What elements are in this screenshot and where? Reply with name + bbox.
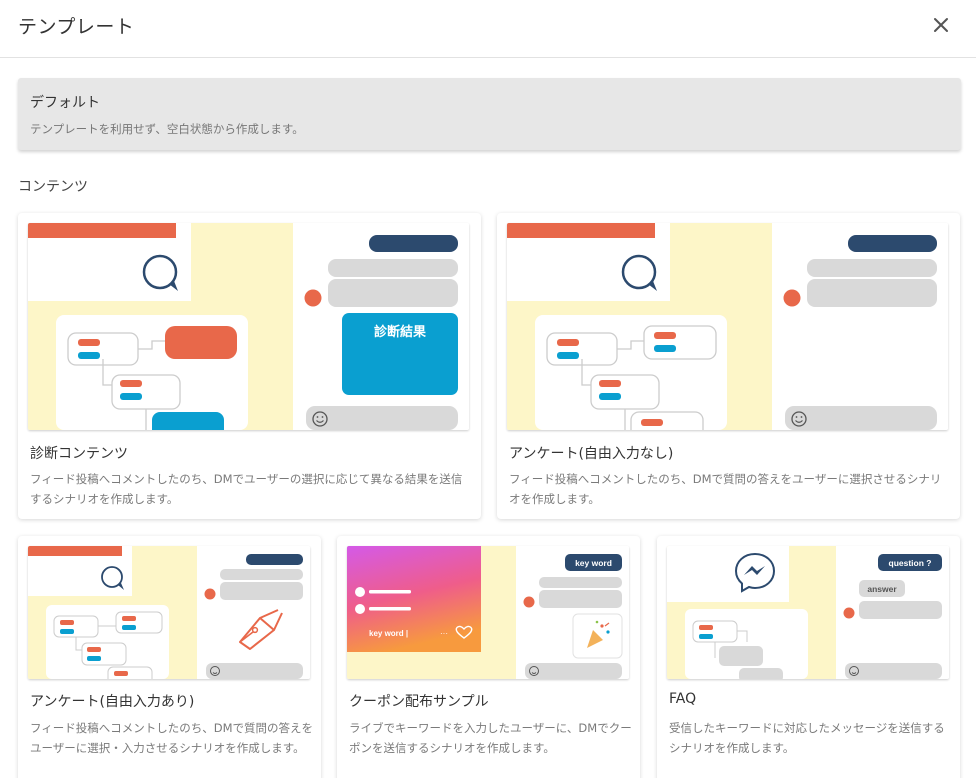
answer-bubble: answer: [867, 584, 897, 594]
question-bubble: question ?: [889, 558, 932, 568]
modal-header: テンプレート: [0, 0, 976, 58]
template-thumbnail: [28, 546, 310, 679]
template-card-title: アンケート(自由入力なし): [509, 446, 674, 462]
template-card-description: フィード投稿へコメントしたのち、DMでユーザーの選択に応じて異なる結果を送信する…: [30, 472, 463, 506]
close-icon: [934, 18, 948, 32]
template-thumbnail: [507, 223, 948, 430]
default-template-title: デフォルト: [30, 95, 100, 111]
default-template-description: テンプレートを利用せず、空白状態から作成します。: [30, 122, 304, 136]
section-label-contents: コンテンツ: [18, 179, 88, 195]
close-button[interactable]: [928, 12, 954, 38]
template-card-survey-no-input[interactable]: アンケート(自由入力なし) フィード投稿へコメントしたのち、DMで質問の答えをユ…: [497, 213, 960, 519]
template-card-coupon[interactable]: key word | ··· key word クーポン配布サンプル ライブでキ…: [337, 536, 640, 778]
template-card-title: クーポン配布サンプル: [349, 694, 489, 710]
template-thumbnail: 診断結果: [28, 223, 469, 430]
template-card-title: FAQ: [669, 691, 697, 707]
template-thumbnail: question ? answer: [667, 546, 949, 679]
diagnosis-result-label: 診断結果: [374, 324, 426, 339]
template-card-faq[interactable]: question ? answer FAQ 受信したキーワードに対応したメッセー…: [657, 536, 960, 778]
live-keyword-input: key word |: [369, 629, 408, 638]
more-dots: ···: [440, 629, 448, 638]
template-card-description: 受信したキーワードに対応したメッセージを送信するシナリオを作成します。: [669, 721, 945, 755]
keyword-bubble: key word: [575, 558, 612, 568]
modal-title: テンプレート: [18, 16, 135, 38]
template-card-description: フィード投稿へコメントしたのち、DMで質問の答えをユーザーに選択・入力させるシナ…: [30, 721, 314, 755]
template-card-survey-with-input[interactable]: アンケート(自由入力あり) フィード投稿へコメントしたのち、DMで質問の答えをユ…: [18, 536, 321, 778]
default-template-card[interactable]: デフォルト テンプレートを利用せず、空白状態から作成します。: [18, 78, 961, 150]
template-card-title: アンケート(自由入力あり): [30, 694, 195, 710]
template-card-description: フィード投稿へコメントしたのち、DMで質問の答えをユーザーに選択させるシナリオを…: [509, 472, 942, 506]
template-card-title: 診断コンテンツ: [30, 446, 128, 462]
template-card-diagnosis[interactable]: 診断結果 診断コンテンツ フィード投稿へコメントしたのち、DMでユーザーの選択に…: [18, 213, 481, 519]
template-card-description: ライブでキーワードを入力したユーザーに、DMでクーポンを送信するシナリオを作成し…: [349, 721, 632, 755]
template-thumbnail: key word | ··· key word: [347, 546, 629, 679]
